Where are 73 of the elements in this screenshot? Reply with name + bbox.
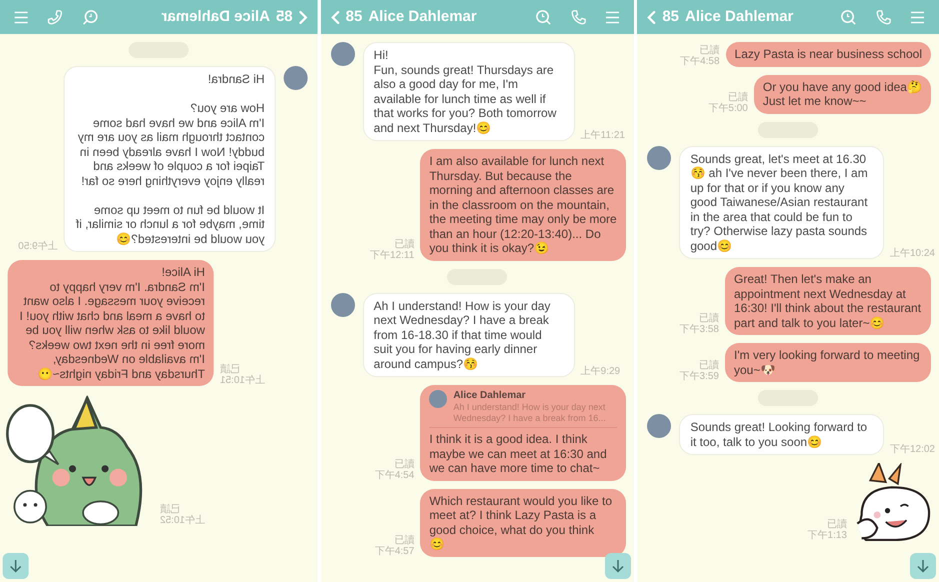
scroll-down-button[interactable]	[3, 553, 29, 579]
timestamp: 上午9:50	[18, 241, 58, 252]
timestamp: 下午4:54	[374, 470, 414, 480]
message-bubble: Hi Sandra! How are you? I'm Alice and we have had some contact through mail as you are my buddy! Now I have already been in Taipei for a couple of weeks and really enjoy everything here so far! It would be fun to meet up some time, maybe for a lunch or similar, if you would be interested?😊	[64, 66, 276, 252]
read-receipt: 已讀	[728, 92, 748, 102]
avatar[interactable]	[330, 292, 355, 316]
menu-icon[interactable]	[605, 10, 620, 24]
chat-title: Alice Dahlemar	[368, 6, 478, 27]
read-receipt: 已讀	[160, 504, 180, 515]
timestamp: 下午4:58	[680, 56, 720, 66]
chevron-icon	[330, 10, 340, 24]
timestamp: 下午4:57	[374, 546, 414, 556]
unread-count: 85	[276, 6, 293, 27]
chevron-icon	[647, 10, 656, 24]
search-icon[interactable]	[840, 8, 857, 26]
back-button[interactable]	[647, 10, 656, 24]
back-button[interactable]	[298, 10, 308, 24]
scroll-down-button[interactable]	[605, 553, 632, 579]
down-arrow-icon	[611, 559, 626, 573]
quote-author: Alice Dahlemar	[453, 390, 527, 402]
read-receipt: 已讀	[698, 360, 719, 371]
search-icon[interactable]	[535, 8, 552, 26]
timestamp: 上午9:29	[580, 366, 620, 377]
read-receipt: 已讀	[220, 364, 240, 375]
timestamp: 下午1:13	[808, 530, 847, 541]
message-bubble: Hi! Fun, sounds great! Thursdays are also a good day for me, I'm available for lunch time as well if that works for you? Both tomorrow and next Thursday!😊	[362, 42, 575, 141]
chevron-icon	[298, 10, 308, 24]
message-text: I think it is a good idea. I think maybe we can meet at 16:30 and we can have more time to chat~	[429, 432, 608, 476]
chat-title: Alice Dahlemar	[685, 6, 794, 27]
search-icon[interactable]	[82, 8, 99, 26]
unread-count: 85	[346, 6, 362, 27]
timestamp: 下午5:00	[708, 102, 748, 114]
message-bubble: Great! Then let's make an appointment next Wednesday at 16:30! I'll think about the restaurant part and talk to you later~😊	[724, 267, 931, 335]
message-bubble: Sounds great! Looking forward to it too, talk to you soon😊	[679, 414, 884, 455]
message-bubble: Lazy Pasta is near business school	[726, 42, 931, 66]
message-bubble: Hi Alice! I'm Sandra. I'm very happy to receive your message. I also want to have a meal and chat with you! I would like to ask when will you be more free in the next two weeks? I'm available on Wednesday, Thursday and Friday nights~😶	[8, 260, 214, 386]
timestamp: 下午3:59	[680, 371, 719, 382]
avatar[interactable]	[647, 146, 672, 170]
timestamp: 上午10:24	[890, 248, 935, 259]
read-receipt: 已讀	[394, 458, 414, 470]
message-bubble: Or you have any good idea🤔 Just let me know~~	[754, 74, 931, 114]
timestamp: 下午12:02	[890, 444, 935, 455]
message-bubble: I am also available for lunch next Thursday. But because the morning and afternoon classes are in the classroom on the mountain, the meeting time may only be more than an hour (12:20-13:40)... Do you think it is okay?😉	[420, 149, 626, 260]
back-button[interactable]	[330, 10, 340, 24]
read-receipt: 已讀	[698, 313, 719, 324]
message-bubble: Ah I understand! How is your day next Wednesday? I have a break from 16-18.30 if that time would suit you for having early dinner around campus?😚	[362, 292, 575, 377]
unread-count: 85	[662, 6, 679, 27]
avatar[interactable]	[284, 66, 308, 90]
message-bubble: Which restaurant would you like to meet at? I think Lazy Pasta is a good choice, what do you think 😊	[420, 488, 626, 556]
message-bubble: I'm very looking forward to meeting you~🐶	[724, 343, 931, 382]
message-bubble: Sounds great, let's meet at 16.30 😚 ah I've never been there, I am up for that or if you know any good Taiwanese/Asian restaurant in the area that could be fun to try? Otherwise lazy pasta sounds good😊	[679, 146, 884, 259]
read-receipt: 已讀	[700, 44, 720, 56]
timestamp: 上午11:21	[580, 130, 625, 141]
timestamp: 上午10:52	[160, 515, 206, 526]
phone-icon[interactable]	[874, 8, 892, 26]
read-receipt: 已讀	[826, 519, 847, 530]
avatar[interactable]	[429, 390, 448, 408]
phone-icon[interactable]	[47, 8, 64, 26]
scroll-down-button[interactable]	[910, 553, 936, 579]
timestamp: 下午12:11	[370, 250, 414, 260]
read-receipt: 已讀	[394, 238, 414, 250]
timestamp: 上午10:51	[220, 375, 266, 386]
menu-icon[interactable]	[14, 10, 29, 24]
down-arrow-icon	[9, 559, 23, 573]
down-arrow-icon	[916, 559, 930, 573]
phone-icon[interactable]	[570, 8, 588, 26]
quote-text: Ah I understand! How is your day next Wednesday? I have a break from 16...	[453, 402, 607, 423]
avatar[interactable]	[647, 414, 672, 438]
timestamp: 下午3:58	[680, 324, 719, 335]
menu-icon[interactable]	[910, 10, 925, 24]
chat-title: Alice Dahlemar	[160, 6, 270, 27]
read-receipt: 已讀	[394, 534, 414, 546]
avatar[interactable]	[330, 42, 355, 66]
